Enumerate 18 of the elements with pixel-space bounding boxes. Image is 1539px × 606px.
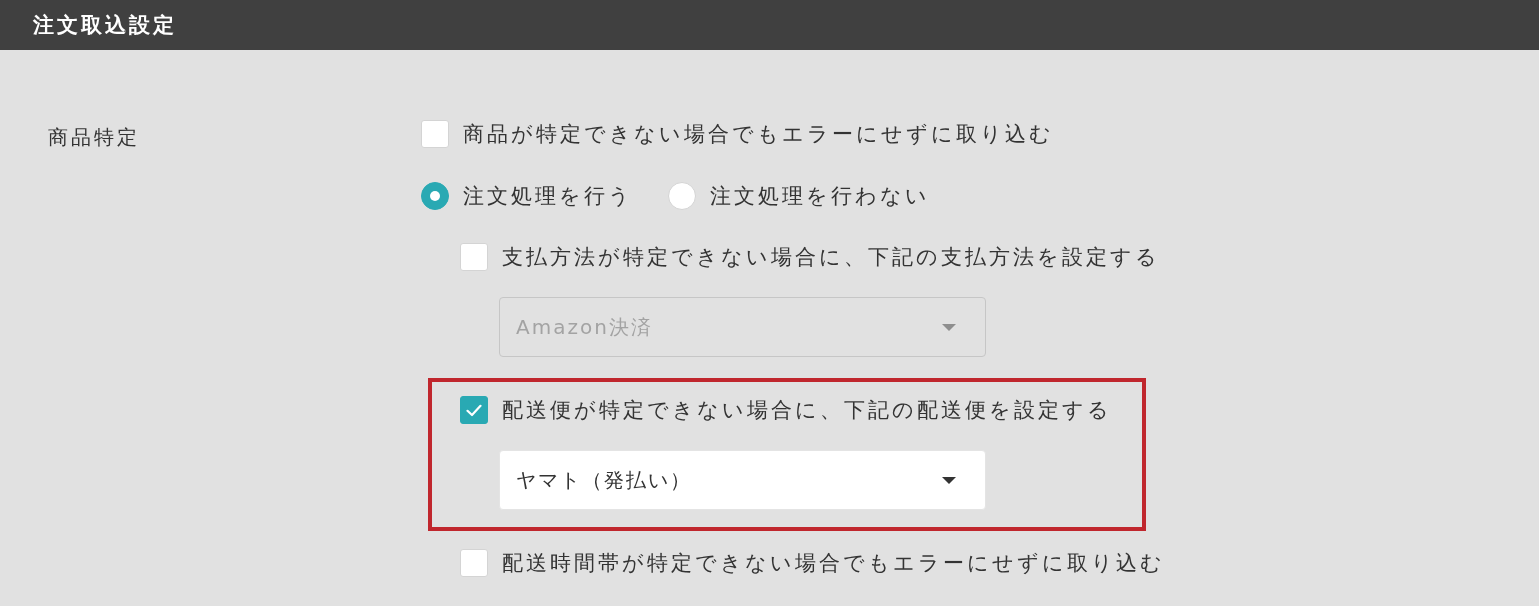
checkmark-icon: [466, 403, 482, 417]
caret-icon: [942, 476, 956, 484]
page-title: 注文取込設定: [33, 12, 177, 39]
section-label: 商品特定: [48, 124, 140, 151]
checkbox[interactable]: [421, 120, 449, 148]
checkbox[interactable]: [460, 396, 488, 424]
checkbox-label: 支払方法が特定できない場合に、下記の支払方法を設定する: [502, 244, 1160, 271]
checkbox-label: 商品が特定できない場合でもエラーにせずに取り込む: [463, 121, 1054, 148]
dropdown-select[interactable]: ヤマト（発払い）: [499, 450, 986, 510]
radio-label: 注文処理を行う: [463, 183, 633, 210]
radio-button[interactable]: [421, 182, 449, 210]
checkbox[interactable]: [460, 243, 488, 271]
radio-button[interactable]: [668, 182, 696, 210]
checkbox[interactable]: [460, 549, 488, 577]
checkbox-label: 配送便が特定できない場合に、下記の配送便を設定する: [502, 397, 1112, 424]
checkbox-label: 配送時間帯が特定できない場合でもエラーにせずに取り込む: [502, 550, 1165, 577]
radio-label: 注文処理を行わない: [710, 183, 930, 210]
caret-icon: [942, 323, 956, 331]
